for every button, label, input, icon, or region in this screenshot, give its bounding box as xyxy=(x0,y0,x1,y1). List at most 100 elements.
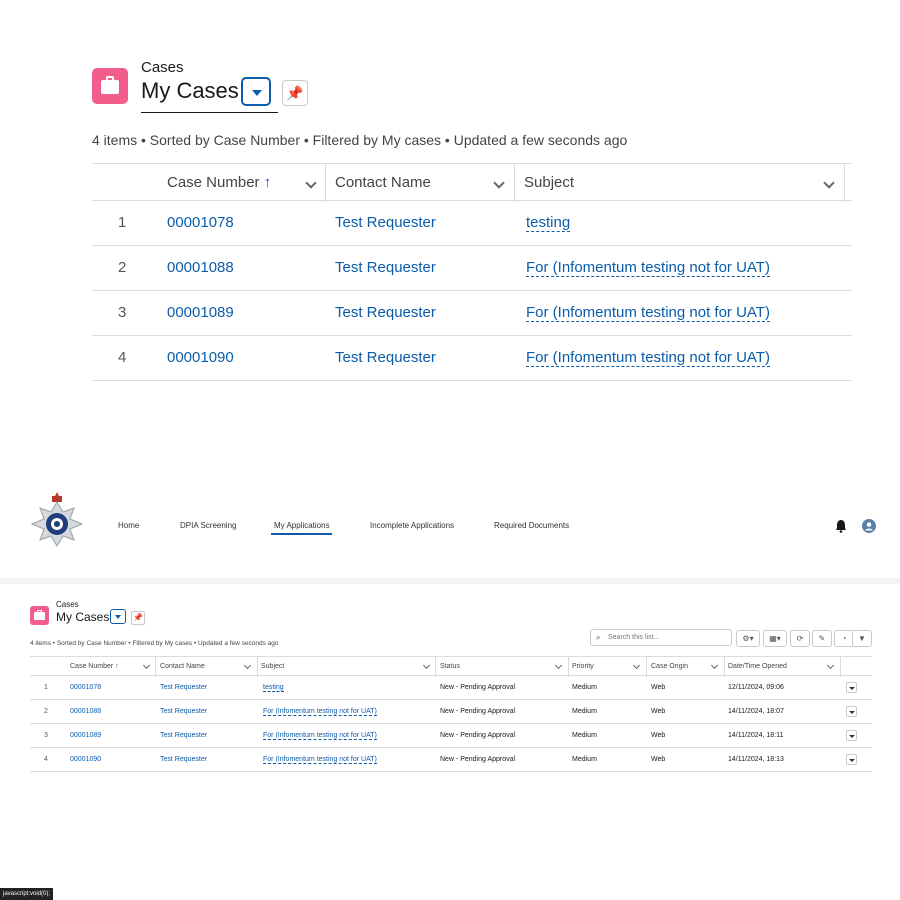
pie-chart-icon: ◔ xyxy=(841,634,847,643)
chevron-down-icon[interactable] xyxy=(493,177,505,189)
origin-cell: Web xyxy=(651,756,666,763)
row-actions-button[interactable] xyxy=(846,706,857,717)
case-number-link[interactable]: 00001090 xyxy=(167,349,234,366)
date-opened-cell: 14/11/2024, 18:13 xyxy=(728,756,784,763)
case-number-link[interactable]: 00001090 xyxy=(70,756,101,763)
pin-list-button[interactable]: 📌 xyxy=(131,611,145,625)
search-list-input[interactable]: ⌕ Search this list... xyxy=(590,629,732,646)
status-cell: New - Pending Approval xyxy=(440,732,516,739)
filter-icon: ▼ xyxy=(858,634,866,643)
table-header: Case Number ↑ Contact Name Subject xyxy=(92,163,852,202)
contact-name-link[interactable]: Test Requester xyxy=(335,214,436,231)
pencil-icon: ✎ xyxy=(818,634,826,643)
column-header-subject[interactable]: Subject xyxy=(524,164,574,202)
table-row: 2 00001088 Test Requester For (Infomentu… xyxy=(92,246,852,291)
priority-cell: Medium xyxy=(572,708,597,715)
date-opened-cell: 14/11/2024, 18:11 xyxy=(728,732,784,739)
nav-my-applications[interactable]: My Applications xyxy=(274,521,330,530)
contact-name-link[interactable]: Test Requester xyxy=(160,732,207,739)
priority-cell: Medium xyxy=(572,756,597,763)
column-header-priority[interactable]: Priority xyxy=(572,657,594,677)
police-crest-logo[interactable] xyxy=(28,488,86,560)
subject-link[interactable]: For (Infomentum testing not for UAT) xyxy=(263,732,377,740)
contact-name-link[interactable]: Test Requester xyxy=(335,304,436,321)
display-as-button[interactable]: ▦▾ xyxy=(763,630,787,647)
nav-home[interactable]: Home xyxy=(118,521,139,530)
table-header: Case Number ↑ Contact Name Subject Statu… xyxy=(30,656,872,677)
subject-link[interactable]: For (Infomentum testing not for UAT) xyxy=(263,756,377,764)
column-header-contact-name[interactable]: Contact Name xyxy=(335,164,431,202)
origin-cell: Web xyxy=(651,732,666,739)
chevron-down-icon[interactable] xyxy=(422,661,431,670)
chevron-down-icon[interactable] xyxy=(243,661,252,670)
table-row: 1 00001078 Test Requester testing xyxy=(92,201,852,246)
contact-name-link[interactable]: Test Requester xyxy=(335,349,436,366)
title-underline xyxy=(141,112,278,113)
subject-link[interactable]: For (Infomentum testing not for UAT) xyxy=(263,708,377,716)
list-view-dropdown-button[interactable] xyxy=(110,609,126,624)
object-label: Cases xyxy=(141,59,184,76)
subject-link[interactable]: For (Infomentum testing not for UAT) xyxy=(526,259,770,277)
chevron-down-icon[interactable] xyxy=(710,661,719,670)
list-view-title[interactable]: My Cases xyxy=(56,610,109,624)
chevron-down-icon[interactable] xyxy=(826,661,835,670)
column-header-subject[interactable]: Subject xyxy=(261,657,284,677)
notifications-bell-icon[interactable] xyxy=(835,519,847,533)
active-nav-indicator xyxy=(271,533,332,535)
chevron-down-icon[interactable] xyxy=(823,177,835,189)
case-number-link[interactable]: 00001088 xyxy=(167,259,234,276)
chevron-down-icon[interactable] xyxy=(632,661,641,670)
case-number-link[interactable]: 00001089 xyxy=(167,304,234,321)
object-label: Cases xyxy=(56,600,79,609)
column-header-date-time-opened[interactable]: Date/Time Opened xyxy=(728,657,787,677)
cases-icon xyxy=(30,606,49,625)
list-view-title[interactable]: My Cases xyxy=(141,78,239,104)
nav-incomplete-applications[interactable]: Incomplete Applications xyxy=(370,521,454,530)
list-view-dropdown-button[interactable] xyxy=(241,77,271,106)
priority-cell: Medium xyxy=(572,732,597,739)
search-icon: ⌕ xyxy=(596,633,601,642)
contact-name-link[interactable]: Test Requester xyxy=(160,708,207,715)
pin-icon: 📌 xyxy=(286,85,304,101)
table-row: 4 00001090 Test Requester For (Infomentu… xyxy=(92,336,852,381)
user-avatar-icon[interactable] xyxy=(862,519,876,533)
origin-cell: Web xyxy=(651,708,666,715)
column-header-status[interactable]: Status xyxy=(440,657,460,677)
row-actions-button[interactable] xyxy=(846,754,857,765)
list-settings-button[interactable]: ⚙▾ xyxy=(736,630,760,647)
subject-link[interactable]: For (Infomentum testing not for UAT) xyxy=(526,349,770,367)
row-actions-button[interactable] xyxy=(846,682,857,693)
table-row: 3 00001089 Test Requester For (Infomentu… xyxy=(30,724,872,748)
case-number-link[interactable]: 00001078 xyxy=(167,214,234,231)
case-number-link[interactable]: 00001078 xyxy=(70,684,101,691)
contact-name-link[interactable]: Test Requester xyxy=(160,756,207,763)
subject-link[interactable]: testing xyxy=(263,684,284,692)
table-row: 2 00001088 Test Requester For (Infomentu… xyxy=(30,700,872,724)
chevron-down-icon xyxy=(849,735,855,738)
nav-required-documents[interactable]: Required Documents xyxy=(494,521,569,530)
case-number-link[interactable]: 00001088 xyxy=(70,708,101,715)
charts-button[interactable]: ◔ xyxy=(834,630,854,647)
column-header-case-origin[interactable]: Case Origin xyxy=(651,657,688,677)
chevron-down-icon[interactable] xyxy=(554,661,563,670)
refresh-button[interactable]: ⟳ xyxy=(790,630,810,647)
column-header-case-number[interactable]: Case Number ↑ xyxy=(70,657,119,677)
column-header-contact-name[interactable]: Contact Name xyxy=(160,657,205,677)
chevron-down-icon[interactable] xyxy=(305,177,317,189)
chevron-down-icon[interactable] xyxy=(142,661,151,670)
edit-list-button[interactable]: ✎ xyxy=(812,630,832,647)
case-number-link[interactable]: 00001089 xyxy=(70,732,101,739)
pin-list-button[interactable]: 📌 xyxy=(282,80,308,106)
contact-name-link[interactable]: Test Requester xyxy=(160,684,207,691)
subject-link[interactable]: For (Infomentum testing not for UAT) xyxy=(526,304,770,322)
contact-name-link[interactable]: Test Requester xyxy=(335,259,436,276)
filter-button[interactable]: ▼ xyxy=(852,630,872,647)
list-meta-info: 4 items • Sorted by Case Number • Filter… xyxy=(92,132,628,148)
subject-link[interactable]: testing xyxy=(526,214,571,232)
nav-dpia-screening[interactable]: DPIA Screening xyxy=(180,521,236,530)
column-header-case-number[interactable]: Case Number ↑ xyxy=(167,164,271,202)
row-actions-button[interactable] xyxy=(846,730,857,741)
cases-icon xyxy=(92,68,128,104)
chevron-down-icon xyxy=(115,615,121,619)
date-opened-cell: 12/11/2024, 09:06 xyxy=(728,684,784,691)
